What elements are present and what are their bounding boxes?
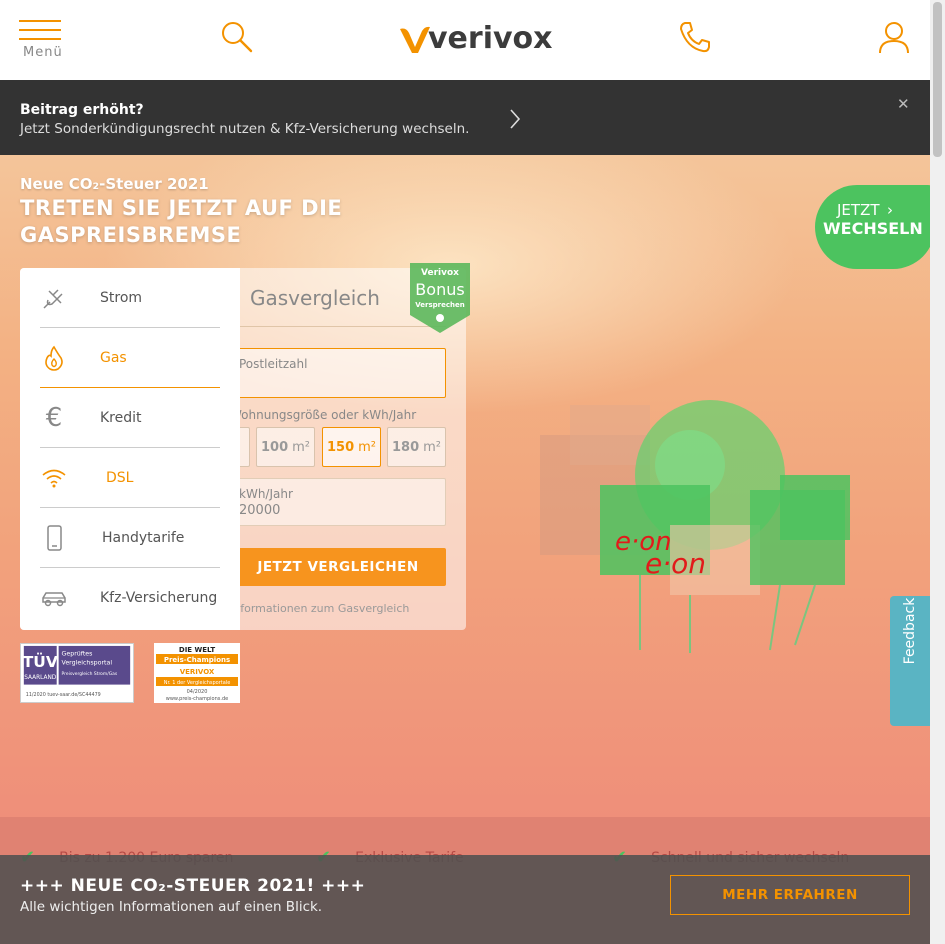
tuv-seal[interactable]: TÜV SAARLAND Geprüftes Vergleichsportal … — [20, 643, 134, 703]
user-icon[interactable] — [877, 20, 911, 54]
badge-line1: JETZT — [837, 201, 880, 219]
bonus-title: Bonus — [415, 280, 464, 299]
size-value: 180 — [391, 439, 420, 455]
tuv-sub: SAARLAND — [24, 675, 57, 681]
compare-button[interactable]: JETZT VERGLEICHEN — [230, 548, 446, 586]
welt-title: Preis-Champions — [164, 656, 230, 664]
size-option-180[interactable]: 180 m² — [387, 427, 446, 467]
menu-bar — [19, 20, 61, 22]
size-label: Wohnungsgröße oder kWh/Jahr — [230, 408, 417, 422]
size-unit: m² — [292, 439, 310, 455]
form-title: Gasvergleich — [250, 286, 380, 310]
tuv-text2: Vergleichsportal — [62, 659, 113, 666]
size-unit: m² — [358, 439, 376, 455]
close-icon[interactable]: ✕ — [897, 95, 910, 113]
phone-icon[interactable] — [678, 20, 712, 54]
welt-brand: DIE WELT — [179, 646, 215, 654]
chevron-right-icon: › — [887, 201, 893, 219]
sidebar-item-label: Gas — [100, 349, 127, 366]
wifi-icon — [42, 469, 66, 487]
welt-brand2: VERIVOX — [180, 668, 215, 676]
bonus-badge[interactable]: Verivox Bonus Versprechen — [410, 263, 470, 333]
jetzt-wechseln-badge[interactable]: JETZT › WECHSELN — [815, 185, 930, 269]
promo-title: +++ NEUE CO₂-STEUER 2021! +++ — [20, 876, 366, 896]
sidebar-item-label: DSL — [106, 469, 134, 486]
sidebar-item-label: Kredit — [100, 409, 142, 426]
notice-title: Beitrag erhöht? — [20, 102, 144, 118]
menu-bar — [19, 38, 61, 40]
mehr-erfahren-button[interactable]: MEHR ERFAHREN — [670, 875, 910, 915]
sidebar-item-handytarife[interactable]: Handytarife — [40, 508, 220, 568]
globe-illustration: e·on e·on — [540, 400, 850, 653]
tuv-text3: Preisvergleich Strom/Gas — [62, 671, 118, 677]
sidebar-item-label: Handytarife — [102, 529, 185, 546]
info-link[interactable]: Informationen zum Gasvergleich — [230, 602, 409, 615]
notice-banner[interactable]: Beitrag erhöht? Jetzt Sonderkündigungsre… — [0, 80, 930, 155]
bonus-sub: Versprechen — [415, 301, 464, 309]
kwh-input[interactable]: kWh/Jahr 20000 — [230, 478, 446, 526]
kwh-label: kWh/Jahr — [239, 487, 293, 501]
sidebar-item-label: Kfz-Versicherung — [100, 590, 218, 606]
tuv-title: TÜV — [23, 652, 58, 671]
kwh-value: 20000 — [239, 503, 281, 518]
sidebar-item-gas[interactable]: Gas — [40, 328, 220, 388]
scrollbar[interactable] — [930, 0, 945, 944]
feedback-tab[interactable]: Feedback — [890, 596, 930, 726]
sidebar-item-kfz[interactable]: Kfz-Versicherung — [40, 568, 220, 628]
menu-button[interactable]: Menü — [19, 20, 63, 60]
postcode-input[interactable]: Postleitzahl — [230, 348, 446, 398]
plug-icon — [43, 288, 63, 309]
car-icon — [42, 592, 66, 607]
menu-label: Menü — [23, 45, 63, 60]
postcode-label: Postleitzahl — [239, 357, 308, 371]
welt-text: Nr. 1 der Vergleichsportale — [164, 680, 231, 686]
promo-banner: +++ NEUE CO₂-STEUER 2021! +++ Alle wicht… — [0, 855, 930, 944]
product-sidebar: Strom Gas € Kredit DSL Handytarife Kfz-V… — [20, 268, 240, 630]
tuv-text1: Geprüftes — [62, 651, 93, 658]
size-option-150[interactable]: 150 m² — [322, 427, 381, 467]
logo-v-icon — [400, 26, 430, 53]
badge-line2: WECHSELN — [823, 219, 923, 238]
euro-icon: € — [45, 402, 63, 433]
sidebar-item-strom[interactable]: Strom — [40, 268, 220, 328]
size-value: 150 — [326, 439, 355, 455]
sidebar-item-kredit[interactable]: € Kredit — [40, 388, 220, 448]
eon-logo-2: e·on — [645, 547, 706, 580]
welt-date: 04/2020 — [187, 689, 208, 695]
preis-champions-seal[interactable]: DIE WELT Preis-Champions VERIVOX Nr. 1 d… — [154, 643, 240, 703]
site-header: Menü verivox — [0, 0, 930, 80]
sidebar-item-label: Strom — [100, 289, 143, 306]
search-icon[interactable] — [220, 20, 254, 54]
promo-text: Alle wichtigen Informationen auf einen B… — [20, 899, 323, 915]
phone-mobile-icon — [47, 524, 62, 551]
sidebar-item-dsl[interactable]: DSL — [40, 448, 220, 508]
notice-text: Jetzt Sonderkündigungsrecht nutzen & Kfz… — [20, 121, 470, 137]
menu-bar — [19, 29, 61, 31]
welt-url: www.preis-champions.de — [166, 696, 228, 702]
hero-headline: TRETEN SIE JETZT AUF DIE GASPREISBREMSE — [20, 196, 343, 247]
bonus-brand: Verivox — [421, 268, 459, 278]
chevron-right-icon[interactable] — [506, 107, 524, 131]
size-option-100[interactable]: 100 m² — [256, 427, 315, 467]
hero-kicker: Neue CO₂-Steuer 2021 — [20, 175, 209, 193]
tuv-footer: 11/2020 tuev-saar.de/SC44479 — [26, 692, 101, 698]
info-icon — [436, 314, 444, 322]
size-unit: m² — [423, 439, 441, 455]
size-value: 100 — [260, 439, 289, 455]
flame-icon — [45, 345, 63, 371]
scrollbar-thumb[interactable] — [933, 2, 942, 157]
logo-text: verivox — [428, 20, 553, 56]
verivox-logo[interactable]: verivox — [398, 20, 553, 56]
